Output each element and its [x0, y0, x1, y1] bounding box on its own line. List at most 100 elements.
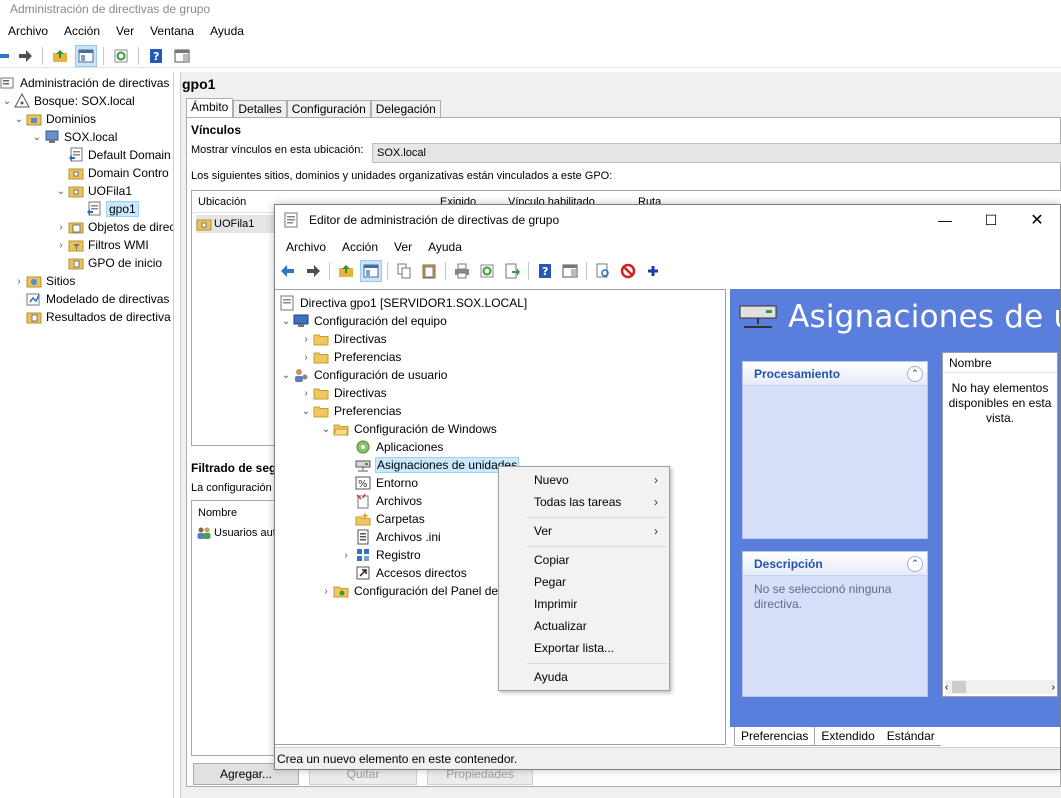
expand-icon[interactable]: › [54, 240, 68, 251]
menu-item-imprimir[interactable]: Imprimir [500, 593, 668, 615]
tab-extendido[interactable]: Extendido [815, 727, 881, 746]
collapse-icon[interactable]: ⌄ [30, 132, 44, 143]
table-row[interactable]: UOFila1 [196, 215, 274, 233]
collapse-icon[interactable]: ⌄ [54, 186, 68, 197]
collapse-icon[interactable]: ⌄ [319, 424, 333, 435]
tree-item-modeling[interactable]: Modelado de directivas [16, 290, 169, 308]
tab-estandar[interactable]: Estándar [880, 727, 941, 746]
find-icon[interactable] [592, 260, 614, 282]
collapse-icon[interactable]: ⌄ [279, 316, 293, 327]
help-icon[interactable]: ? [534, 260, 556, 282]
collapse-icon[interactable]: ⌄ [12, 114, 26, 125]
tree-item-computer-policies[interactable]: › Directivas [299, 330, 388, 348]
menu-item-ver[interactable]: Ver › [500, 520, 668, 542]
menu-ventana[interactable]: Ventana [142, 21, 202, 41]
tree-item-files[interactable]: Archivos [355, 492, 423, 510]
properties-view-icon[interactable] [559, 260, 581, 282]
back-icon[interactable] [0, 45, 10, 67]
tab-configuracion[interactable]: Configuración [286, 100, 371, 118]
tree-item-shortcuts[interactable]: Accesos directos [355, 564, 468, 582]
col-nombre[interactable]: Nombre [198, 507, 237, 519]
processing-header[interactable]: Procesamiento ⌃ [743, 362, 927, 386]
tree-item-applications[interactable]: Aplicaciones [355, 438, 444, 456]
refresh-icon[interactable] [476, 260, 498, 282]
expand-icon[interactable]: › [299, 388, 313, 399]
tree-item-domain-controllers[interactable]: Domain Contro [54, 164, 169, 182]
tree-item-computer-preferences[interactable]: › Preferencias [299, 348, 402, 366]
tree-item-control-panel-settings[interactable]: › Configuración del Panel de c [319, 582, 508, 600]
show-links-select[interactable]: SOX.local [372, 143, 1061, 163]
tree-item-starter-gpos[interactable]: GPO de inicio [54, 254, 162, 272]
print-icon[interactable] [451, 260, 473, 282]
maximize-icon[interactable]: ☐ [968, 205, 1014, 235]
menu-item-nuevo[interactable]: Nuevo › [500, 469, 668, 491]
description-header[interactable]: Descripción ⌃ [743, 552, 927, 576]
menu-item-actualizar[interactable]: Actualizar [500, 615, 668, 637]
collapse-icon[interactable]: ⌄ [299, 406, 313, 417]
scroll-right-icon[interactable]: › [1052, 682, 1055, 693]
tree-item-results[interactable]: Resultados de directiva [16, 308, 171, 326]
paste-icon[interactable] [418, 260, 440, 282]
editor-menu-ayuda[interactable]: Ayuda [420, 237, 470, 257]
up-folder-icon[interactable] [335, 260, 357, 282]
tab-preferencias[interactable]: Preferencias [734, 727, 816, 746]
editor-titlebar[interactable]: Editor de administración de directivas d… [275, 205, 1060, 235]
menu-item-exportar-lista[interactable]: Exportar lista... [500, 637, 668, 659]
collapse-up-icon[interactable]: ⌃ [907, 555, 923, 572]
tree-item-sox-local[interactable]: ⌄ SOX.local [30, 128, 118, 146]
tab-delegacion[interactable]: Delegación [370, 100, 441, 118]
back-icon[interactable] [277, 260, 299, 282]
tree-item-default-domain[interactable]: Default Domain [54, 146, 171, 164]
menu-item-todas-las-tareas[interactable]: Todas las tareas › [500, 491, 668, 513]
menu-ver[interactable]: Ver [108, 21, 142, 41]
tree-item-windows-settings[interactable]: ⌄ Configuración de Windows [319, 420, 498, 438]
minimize-icon[interactable]: — [922, 205, 968, 235]
tree-item-user-config[interactable]: ⌄ Configuración de usuario [279, 366, 448, 384]
editor-menu-archivo[interactable]: Archivo [278, 237, 334, 257]
tree-item-forest[interactable]: ⌄ Bosque: SOX.local [0, 92, 135, 110]
tree-item-drive-maps[interactable]: Asignaciones de unidades [355, 456, 520, 474]
tree-item-gpo-objects[interactable]: › Objetos de direc [54, 218, 173, 236]
show-hide-tree-icon[interactable] [360, 260, 382, 282]
expand-icon[interactable]: › [12, 276, 26, 287]
menu-ayuda[interactable]: Ayuda [202, 21, 252, 41]
tree-item-policy-root[interactable]: Directiva gpo1 [SERVIDOR1.SOX.LOCAL] [279, 294, 528, 312]
expand-icon[interactable]: › [337, 550, 355, 561]
tree-item-domains[interactable]: ⌄ Dominios [12, 110, 96, 128]
editor-menu-accion[interactable]: Acción [334, 237, 386, 257]
menu-accion[interactable]: Acción [56, 21, 108, 41]
expand-icon[interactable]: › [54, 222, 68, 233]
tree-item-ini-files[interactable]: Archivos .ini [355, 528, 442, 546]
editor-menu-ver[interactable]: Ver [386, 237, 420, 257]
add-icon[interactable] [642, 260, 664, 282]
tab-ambito[interactable]: Ámbito [186, 98, 234, 118]
tree-item-gpo1[interactable]: gpo1 [86, 200, 139, 218]
col-ubicacion[interactable]: Ubicación [198, 196, 246, 208]
properties-view-icon[interactable] [171, 45, 193, 67]
tree-item-uofila1[interactable]: ⌄ UOFila1 [54, 182, 132, 200]
up-folder-icon[interactable] [49, 45, 71, 67]
tree-item-folders[interactable]: Carpetas [355, 510, 426, 528]
disable-icon[interactable] [617, 260, 639, 282]
show-hide-tree-icon[interactable] [75, 44, 97, 67]
tree-item-user-policies[interactable]: › Directivas [299, 384, 388, 402]
menu-item-ayuda[interactable]: Ayuda [500, 666, 668, 688]
refresh-icon[interactable] [110, 45, 132, 67]
horizontal-scrollbar[interactable]: ‹ › [945, 680, 1055, 694]
close-icon[interactable]: ✕ [1014, 205, 1060, 235]
expand-icon[interactable]: › [319, 586, 333, 597]
export-list-icon[interactable] [501, 260, 523, 282]
tree-item-gpmc[interactable]: Administración de directivas d [0, 74, 173, 92]
scroll-left-icon[interactable]: ‹ [945, 682, 948, 693]
table-row[interactable]: Usuarios auto [196, 525, 282, 541]
menu-archivo[interactable]: Archivo [0, 21, 56, 41]
collapse-icon[interactable]: ⌄ [279, 370, 293, 381]
forward-icon[interactable] [302, 260, 324, 282]
col-nombre[interactable]: Nombre [943, 353, 1057, 373]
help-icon[interactable]: ? [145, 45, 167, 67]
tree-item-wmi-filters[interactable]: › Filtros WMI [54, 236, 148, 254]
tree-item-user-preferences[interactable]: ⌄ Preferencias [299, 402, 402, 420]
collapse-icon[interactable]: ⌄ [0, 96, 14, 107]
collapse-up-icon[interactable]: ⌃ [907, 365, 923, 382]
expand-icon[interactable]: › [299, 352, 313, 363]
